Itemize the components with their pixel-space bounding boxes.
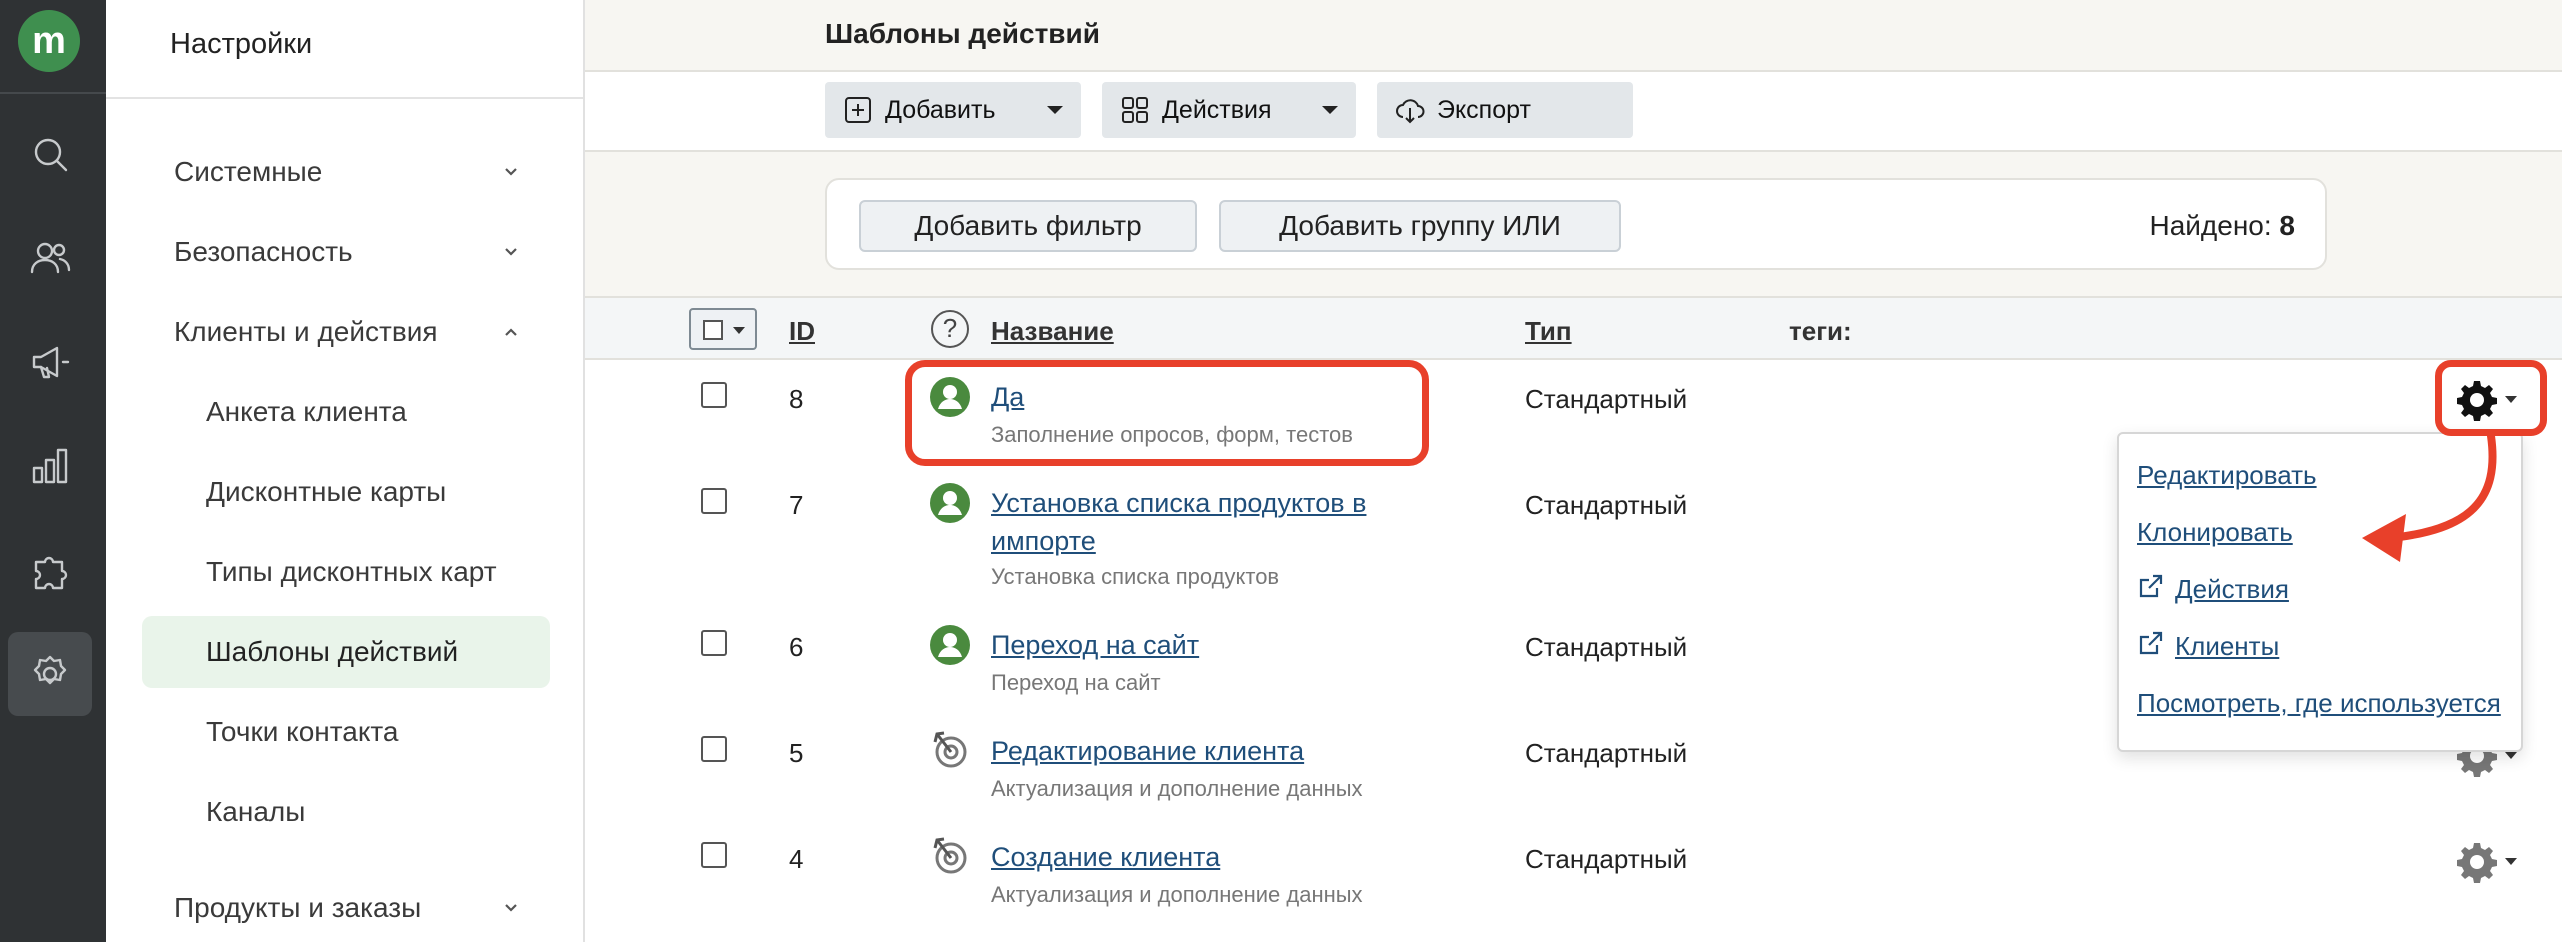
external-link-icon <box>2137 572 2165 600</box>
menu-item-where-used[interactable]: Посмотреть, где используется <box>2137 688 2501 719</box>
row-type: Стандартный <box>1525 384 1688 414</box>
column-header-name[interactable]: Название <box>991 316 1114 347</box>
filter-box: Добавить фильтр Добавить группу ИЛИ Найд… <box>825 178 2327 270</box>
target-arrow-icon <box>929 834 971 876</box>
user-circle-icon <box>929 624 971 666</box>
found-value: 8 <box>2279 210 2295 241</box>
sidebar-item-channels[interactable]: Каналы <box>142 776 550 848</box>
highlight-frame-gear <box>2435 360 2547 436</box>
row-checkbox[interactable] <box>701 842 727 868</box>
row-gear-menu-button[interactable] <box>2455 840 2525 884</box>
users-icon[interactable] <box>8 216 92 300</box>
add-button[interactable]: Добавить <box>825 82 1081 138</box>
row-subtitle: Актуализация и дополнение данных <box>991 776 1363 801</box>
sidebar-item-discount-card-types[interactable]: Типы дисконтных карт <box>142 536 550 608</box>
sidebar-section-security[interactable]: Безопасность <box>174 236 353 268</box>
row-id: 4 <box>789 844 804 874</box>
row-subtitle: Актуализация и дополнение данных <box>991 882 1363 907</box>
row-id: 8 <box>789 384 804 414</box>
row-id: 6 <box>789 632 804 662</box>
page-title: Шаблоны действий <box>825 18 1100 49</box>
row-name-link[interactable]: Переход на сайт <box>991 626 1199 664</box>
row-checkbox[interactable] <box>701 630 727 656</box>
chevron-up-icon[interactable] <box>501 322 521 342</box>
row-name-link[interactable]: Создание клиента <box>991 838 1220 876</box>
chevron-down-icon[interactable] <box>501 242 521 262</box>
sidebar-section-clients-actions[interactable]: Клиенты и действия <box>174 316 438 348</box>
icon-rail: m <box>0 0 106 942</box>
export-button[interactable]: Экспорт <box>1377 82 1633 138</box>
settings-sidebar: Настройки Системные Безопасность Клиенты… <box>106 0 585 942</box>
dropdown-caret-icon <box>733 327 745 334</box>
help-icon[interactable]: ? <box>931 310 969 348</box>
row-type: Стандартный <box>1525 738 1688 768</box>
highlight-frame-name <box>905 360 1429 466</box>
row-name-link[interactable]: Редактирование клиента <box>991 732 1304 770</box>
megaphone-icon[interactable] <box>8 320 92 404</box>
export-button-label: Экспорт <box>1437 95 1531 124</box>
menu-item-clients[interactable]: Клиенты <box>2175 631 2279 662</box>
chevron-down-icon[interactable] <box>501 162 521 182</box>
add-button-label: Добавить <box>885 95 996 124</box>
sidebar-item-discount-cards[interactable]: Дисконтные карты <box>142 456 550 528</box>
menu-item-edit[interactable]: Редактировать <box>2137 460 2317 491</box>
row-subtitle: Переход на сайт <box>991 670 1161 695</box>
column-header-type[interactable]: Тип <box>1525 316 1572 347</box>
table-header: ID ? Название Тип теги: <box>585 298 2562 360</box>
row-context-menu: Редактировать Клонировать Действия Клиен… <box>2117 432 2523 752</box>
column-header-tags: теги: <box>1789 316 1852 346</box>
sidebar-item-client-form[interactable]: Анкета клиента <box>142 376 550 448</box>
row-id: 7 <box>789 490 804 520</box>
row-name-link[interactable]: Установка списка продуктов в импорте <box>991 484 1431 560</box>
sidebar-section-system[interactable]: Системные <box>174 156 322 188</box>
found-count: Найдено: 8 <box>2149 210 2295 242</box>
gear-icon <box>2457 843 2497 883</box>
row-id: 5 <box>789 738 804 768</box>
row-checkbox[interactable] <box>701 382 727 408</box>
row-type: Стандартный <box>1525 844 1688 874</box>
app-logo[interactable]: m <box>18 10 80 72</box>
chart-icon[interactable] <box>8 424 92 508</box>
external-link-icon <box>2137 629 2165 657</box>
target-arrow-icon <box>929 728 971 770</box>
dropdown-caret-icon <box>1322 106 1338 114</box>
page-header: Шаблоны действий <box>585 0 2562 72</box>
sidebar-item-contact-points[interactable]: Точки контакта <box>142 696 550 768</box>
row-subtitle: Установка списка продуктов <box>991 564 1280 589</box>
row-type: Стандартный <box>1525 632 1688 662</box>
actions-button[interactable]: Действия <box>1102 82 1356 138</box>
puzzle-icon[interactable] <box>8 528 92 612</box>
add-filter-button[interactable]: Добавить фильтр <box>859 200 1197 252</box>
add-or-group-button[interactable]: Добавить группу ИЛИ <box>1219 200 1621 252</box>
dropdown-caret-icon <box>2505 858 2517 865</box>
sidebar-divider <box>106 97 583 99</box>
menu-item-clone[interactable]: Клонировать <box>2137 517 2293 548</box>
dropdown-caret-icon <box>1047 106 1063 114</box>
actions-button-label: Действия <box>1162 95 1272 124</box>
sidebar-item-action-templates[interactable]: Шаблоны действий <box>142 616 550 688</box>
plus-box-icon <box>843 95 873 125</box>
sidebar-section-products-orders[interactable]: Продукты и заказы <box>174 892 421 924</box>
gear-icon[interactable] <box>8 632 92 716</box>
grid-icon <box>1120 95 1150 125</box>
sidebar-title: Настройки <box>170 28 313 60</box>
filter-area: Добавить фильтр Добавить группу ИЛИ Найд… <box>585 152 2562 298</box>
cloud-download-icon <box>1395 95 1425 125</box>
dropdown-caret-icon <box>2505 752 2517 759</box>
row-checkbox[interactable] <box>701 736 727 762</box>
row-type: Стандартный <box>1525 490 1688 520</box>
checkbox-icon <box>703 320 723 340</box>
row-checkbox[interactable] <box>701 488 727 514</box>
menu-item-actions[interactable]: Действия <box>2175 574 2289 605</box>
rail-divider <box>0 92 106 94</box>
found-label: Найдено: <box>2149 210 2272 241</box>
column-header-id[interactable]: ID <box>789 316 815 347</box>
select-all-checkbox[interactable] <box>689 308 757 350</box>
user-circle-icon <box>929 482 971 524</box>
chevron-down-icon[interactable] <box>501 898 521 918</box>
search-icon[interactable] <box>8 112 92 196</box>
